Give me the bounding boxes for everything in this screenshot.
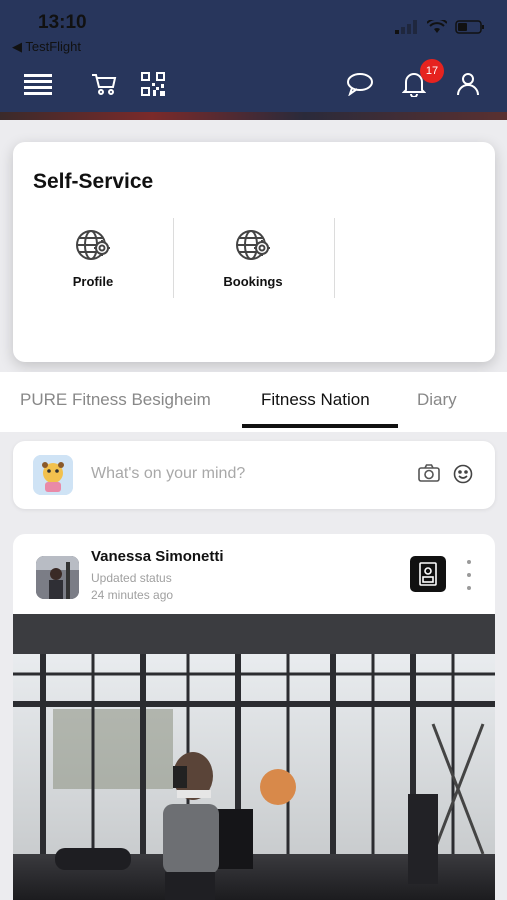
wifi-icon — [427, 20, 447, 33]
emoji-icon[interactable] — [453, 464, 473, 484]
post-composer — [13, 441, 495, 509]
profile-service-button[interactable]: Profile — [13, 226, 173, 298]
bookings-label: Bookings — [223, 274, 283, 289]
camera-frame-icon — [419, 562, 437, 586]
media-button[interactable] — [410, 556, 446, 592]
post-author-avatar[interactable] — [36, 556, 79, 599]
battery-icon — [455, 20, 484, 34]
notification-badge: 17 — [420, 59, 444, 83]
signal-icon — [395, 20, 417, 34]
post-timestamp: 24 minutes ago — [91, 588, 174, 602]
banner-image-edge — [0, 112, 507, 120]
menu-icon[interactable] — [22, 68, 54, 100]
tab-fitness-nation[interactable]: Fitness Nation — [261, 390, 370, 410]
bookings-service-button[interactable]: Bookings — [173, 226, 333, 298]
tab-pure-fitness-besigheim[interactable]: PURE Fitness Besigheim — [20, 390, 211, 410]
self-service-title: Self-Service — [33, 170, 154, 193]
qr-code-icon[interactable] — [137, 68, 169, 100]
post-author-name[interactable]: Vanessa Simonetti — [91, 548, 224, 565]
status-input[interactable] — [91, 465, 391, 483]
dot-icon — [467, 586, 471, 590]
dot-icon — [467, 573, 471, 577]
cart-icon[interactable] — [88, 68, 120, 100]
globe-gear-icon — [236, 230, 270, 260]
globe-gear-icon — [76, 230, 110, 260]
self-service-card: Self-Service Profile Bookings — [13, 142, 495, 362]
status-indicators — [395, 20, 485, 34]
profile-label: Profile — [72, 274, 114, 289]
active-tab-indicator — [242, 424, 398, 428]
back-to-app-link[interactable]: ◀ TestFlight — [12, 39, 81, 55]
camera-icon[interactable] — [418, 464, 440, 482]
more-options-button[interactable] — [463, 560, 475, 590]
feed-tabs: PURE Fitness Besigheim Fitness Nation Di… — [0, 372, 507, 432]
dot-icon — [467, 560, 471, 564]
user-icon[interactable] — [452, 68, 484, 100]
post-subtitle: Updated status — [91, 571, 172, 585]
service-divider — [334, 218, 335, 298]
tab-diary[interactable]: Diary — [417, 390, 457, 410]
status-time: 13:10 — [38, 12, 87, 33]
chat-icon[interactable] — [344, 68, 376, 100]
app-header: 13:10 ◀ TestFlight 17 — [0, 0, 507, 112]
post-photo[interactable] — [13, 614, 495, 900]
avatar — [33, 455, 73, 495]
feed-post: Vanessa Simonetti Updated status 24 minu… — [13, 534, 495, 900]
